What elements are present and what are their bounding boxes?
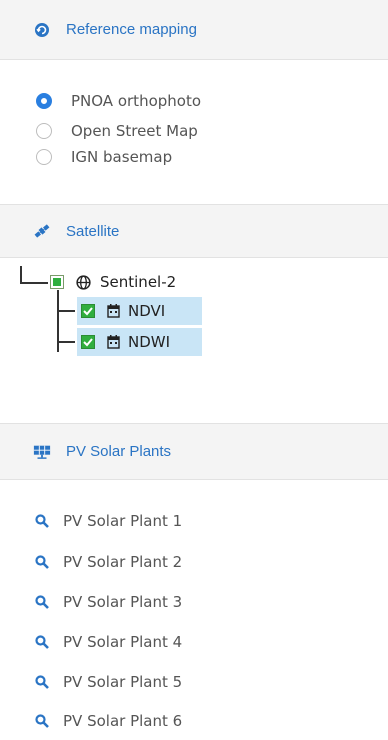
list-item-pv-solar-plant-1[interactable]: PV Solar Plant 1 [35, 512, 182, 530]
globe-icon [76, 274, 91, 290]
pv-item-label: PV Solar Plant 1 [63, 512, 183, 530]
ndwi-label: NDWI [128, 333, 171, 351]
pv-item-label: PV Solar Plant 6 [63, 712, 183, 730]
tree-item-ndvi[interactable]: NDVI [77, 297, 202, 325]
tree-item-ndwi[interactable]: NDWI [77, 328, 202, 356]
list-item-pv-solar-plant-6[interactable]: PV Solar Plant 6 [35, 712, 182, 730]
radio-open-street-map[interactable]: Open Street Map [36, 122, 198, 140]
search-icon [35, 635, 49, 649]
search-icon [35, 514, 49, 528]
reference-mapping-header[interactable]: Reference mapping [0, 0, 388, 60]
radio-pnoa-orthophoto[interactable]: PNOA orthophoto [36, 92, 201, 110]
list-item-pv-solar-plant-2[interactable]: PV Solar Plant 2 [35, 553, 182, 571]
pv-item-label: PV Solar Plant 4 [63, 633, 183, 651]
radio-label: IGN basemap [71, 148, 173, 166]
radio-label: Open Street Map [71, 122, 198, 140]
radio-label: PNOA orthophoto [71, 92, 202, 110]
globe-arrow-icon [33, 21, 51, 39]
radio-ign-basemap[interactable]: IGN basemap [36, 148, 172, 166]
tree-connector [20, 266, 22, 283]
sentinel-2-label: Sentinel-2 [100, 273, 177, 291]
search-icon [35, 555, 49, 569]
pv-item-label: PV Solar Plant 3 [63, 593, 183, 611]
radio-button[interactable] [36, 123, 52, 139]
satellite-title: Satellite [66, 222, 120, 240]
tree-item-sentinel-2[interactable]: Sentinel-2 [50, 270, 176, 294]
list-item-pv-solar-plant-4[interactable]: PV Solar Plant 4 [35, 633, 182, 651]
pv-item-label: PV Solar Plant 5 [63, 673, 183, 691]
radio-button[interactable] [36, 149, 52, 165]
solar-panel-icon [33, 443, 51, 461]
tree-connector [57, 341, 75, 343]
ndwi-checkbox[interactable] [81, 335, 95, 349]
radio-button[interactable] [36, 93, 52, 109]
search-icon [35, 595, 49, 609]
reference-mapping-title: Reference mapping [66, 21, 197, 38]
ndvi-checkbox[interactable] [81, 304, 95, 318]
list-item-pv-solar-plant-5[interactable]: PV Solar Plant 5 [35, 673, 182, 691]
search-icon [35, 714, 49, 728]
satellite-header[interactable]: Satellite [0, 204, 388, 258]
pv-solar-plants-title: PV Solar Plants [66, 443, 172, 460]
satellite-icon [33, 222, 51, 240]
ndvi-label: NDVI [128, 302, 166, 320]
list-item-pv-solar-plant-3[interactable]: PV Solar Plant 3 [35, 593, 182, 611]
search-icon [35, 675, 49, 689]
calendar-icon [107, 335, 120, 349]
calendar-icon [107, 304, 120, 318]
pv-solar-plants-header[interactable]: PV Solar Plants [0, 423, 388, 480]
tree-connector [20, 282, 48, 284]
sentinel-2-checkbox[interactable] [50, 275, 64, 289]
pv-item-label: PV Solar Plant 2 [63, 553, 183, 571]
tree-connector [57, 310, 75, 312]
